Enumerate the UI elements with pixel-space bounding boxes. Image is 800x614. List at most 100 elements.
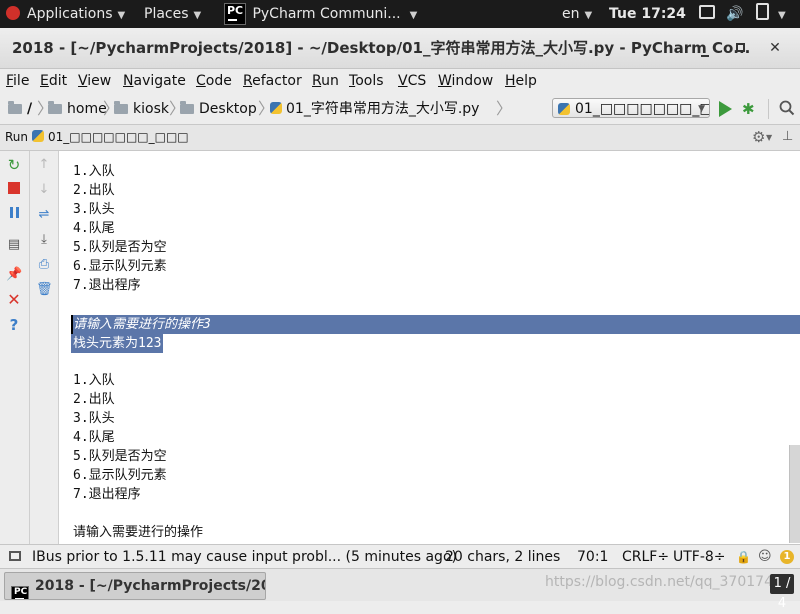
console-line: 7.退出程序 xyxy=(73,487,141,502)
minimize-icon xyxy=(701,55,709,57)
menu-view[interactable]: View xyxy=(78,71,111,91)
console-line: 1.入队 xyxy=(73,164,115,179)
window-overview-icon[interactable] xyxy=(699,0,715,28)
breadcrumb-separator: 〉 xyxy=(496,99,513,118)
console-line: 6.显示队列元素 xyxy=(73,468,167,483)
close-button[interactable]: ✕ xyxy=(766,39,784,57)
down-stack-frame-icon[interactable]: ↓ xyxy=(36,182,52,198)
menu-run[interactable]: Run xyxy=(312,71,339,91)
breadcrumb-home[interactable]: home xyxy=(48,94,107,124)
folder-icon xyxy=(48,101,62,114)
chevron-down-icon: ▼ xyxy=(409,10,418,21)
notification-badge[interactable]: 1 xyxy=(780,550,794,564)
folder-icon xyxy=(8,101,22,114)
watermark-url: https://blog.csdn.net/qq_37017483 xyxy=(545,574,791,590)
volume-icon[interactable]: 🔊 xyxy=(726,0,743,28)
menu-navigate[interactable]: Navigate xyxy=(123,71,186,91)
help-icon[interactable]: ? xyxy=(6,317,22,333)
scroll-to-end-icon[interactable]: ⤓ xyxy=(36,232,52,248)
search-icon[interactable] xyxy=(779,100,795,116)
redhat-logo-icon xyxy=(6,6,20,20)
menu-code[interactable]: Code xyxy=(196,71,232,91)
navigation-bar: / 〉 home 〉 kiosk 〉 Desktop 〉 01_字符串常用方法_… xyxy=(0,94,800,125)
run-panel-label: Run xyxy=(5,130,29,144)
minimize-button[interactable] xyxy=(696,39,714,57)
console-line: 3.队头 xyxy=(73,202,115,217)
breadcrumb-desktop[interactable]: Desktop xyxy=(180,94,257,124)
chevron-down-icon: ▼ xyxy=(584,10,593,21)
menu-edit[interactable]: Edit xyxy=(40,71,67,91)
workspace-indicator[interactable]: 1 / 4 xyxy=(770,574,794,611)
console-line: 2.出队 xyxy=(73,392,115,407)
run-console-output[interactable]: 1.入队 2.出队 3.队头 4.队尾 5.队列是否为空 6.显示队列元素 7.… xyxy=(59,151,800,544)
system-top-bar: Applications ▼ Places ▼ PC PyCharm Communi… xyxy=(0,0,800,28)
console-scrollbar[interactable] xyxy=(789,445,800,543)
system-menu[interactable]: ▼ xyxy=(778,0,786,28)
console-line: 2.出队 xyxy=(73,183,115,198)
active-app-menu[interactable]: PC PyCharm Communi... ▼ xyxy=(224,0,417,28)
caret-position[interactable]: 70:1 xyxy=(577,545,608,569)
menu-help[interactable]: Help xyxy=(505,71,537,91)
debug-bug-icon[interactable]: ✱ xyxy=(742,100,755,118)
console-line: 7.退出程序 xyxy=(73,278,141,293)
places-menu[interactable]: Places ▼ xyxy=(144,0,201,28)
stop-button[interactable] xyxy=(6,182,22,198)
inspector-icon[interactable]: ☺ xyxy=(758,545,772,569)
taskbar-window-item[interactable]: PC2018 - [~/PycharmProjects/201... xyxy=(4,572,266,600)
run-button[interactable] xyxy=(719,101,732,117)
console-line: 1.入队 xyxy=(73,373,115,388)
lock-icon[interactable]: 🔒 xyxy=(736,545,751,569)
run-configuration-select[interactable]: 01_□□□□□□□_□□□ ▼ xyxy=(552,98,710,118)
breadcrumb-file[interactable]: 01_字符串常用方法_大小写.py xyxy=(270,94,479,124)
settings-gear-icon[interactable]: ⚙ xyxy=(752,125,765,150)
file-encoding[interactable]: UTF-8÷ xyxy=(673,545,726,569)
run-tab[interactable]: 01_□□□□□□□_□□□ xyxy=(32,125,189,150)
battery-icon[interactable] xyxy=(756,0,769,28)
console-line: 3.队头 xyxy=(73,411,115,426)
menu-window[interactable]: Window xyxy=(438,71,493,91)
maximize-icon xyxy=(735,43,745,52)
menu-bar: File Edit View Navigate Code Refactor Ru… xyxy=(0,69,800,93)
pin-tab-icon[interactable]: 📌 xyxy=(6,267,22,283)
pause-icon xyxy=(9,207,13,218)
python-file-icon xyxy=(270,102,282,114)
input-language-menu[interactable]: en ▼ xyxy=(562,0,592,28)
pycharm-logo-icon: PC xyxy=(11,586,29,599)
console-line: 请输入需要进行的操作 xyxy=(73,525,204,540)
console-line-selected: 栈头元素为123 xyxy=(71,334,164,353)
print-icon[interactable]: ⎙ xyxy=(36,257,52,273)
line-separator[interactable]: CRLF÷ xyxy=(622,545,669,569)
chevron-down-icon[interactable]: ▼ xyxy=(766,125,772,150)
close-icon: ✕ xyxy=(769,40,781,56)
menu-vcs[interactable]: VCS xyxy=(398,71,426,91)
pause-button[interactable] xyxy=(6,207,22,223)
breadcrumb-kiosk[interactable]: kiosk xyxy=(114,94,169,124)
up-stack-frame-icon[interactable]: ↑ xyxy=(36,157,52,173)
chevron-down-icon: ▼ xyxy=(778,10,786,21)
status-bar: IBus prior to 1.5.11 may cause input pro… xyxy=(0,544,800,569)
console-line: 4.队尾 xyxy=(73,430,115,445)
clock[interactable]: Tue 17:24 xyxy=(609,0,686,28)
soft-wrap-icon[interactable]: ⇌ xyxy=(36,207,52,223)
status-message[interactable]: IBus prior to 1.5.11 may cause input pro… xyxy=(32,545,457,569)
applications-menu[interactable]: Applications ▼ xyxy=(6,0,125,28)
python-icon xyxy=(558,103,570,115)
restore-layout-icon[interactable]: ▤ xyxy=(6,237,22,253)
console-actions-toolbar: ↑ ↓ ⇌ ⤓ ⎙ 🗑 xyxy=(30,151,59,544)
toolbar-divider xyxy=(768,99,769,119)
menu-refactor[interactable]: Refactor xyxy=(243,71,302,91)
window-title-bar[interactable]: 2018 - [~/PycharmProjects/2018] - ~/Desk… xyxy=(0,28,800,69)
close-tab-icon[interactable]: ✕ xyxy=(6,292,22,308)
breadcrumb-root[interactable]: / xyxy=(8,94,32,124)
python-icon xyxy=(32,130,44,142)
hide-panel-icon[interactable]: ⊥ xyxy=(782,128,793,146)
rerun-icon[interactable]: ↻ xyxy=(6,157,22,173)
console-line: 5.队列是否为空 xyxy=(73,240,167,255)
menu-file[interactable]: File xyxy=(6,71,29,91)
tool-windows-icon[interactable] xyxy=(9,551,21,561)
clear-all-trash-icon[interactable]: 🗑 xyxy=(36,282,53,298)
console-line: 4.队尾 xyxy=(73,221,115,236)
stop-icon xyxy=(8,182,20,194)
menu-tools[interactable]: Tools xyxy=(349,71,384,91)
maximize-button[interactable] xyxy=(731,39,749,57)
